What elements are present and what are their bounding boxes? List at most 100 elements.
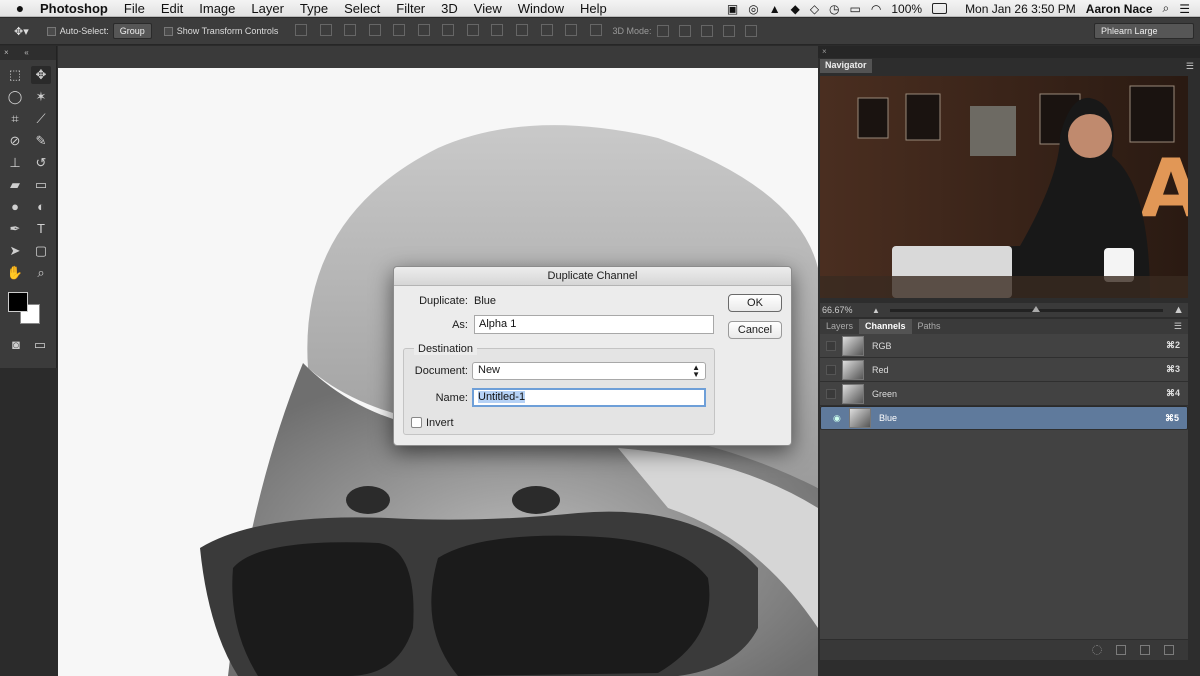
airplay-icon[interactable]: ▭ <box>850 2 861 16</box>
distribute-right-icon[interactable] <box>565 24 578 36</box>
notification-center-icon[interactable]: ☰ <box>1179 2 1190 16</box>
wifi-icon[interactable]: ◠ <box>871 2 881 16</box>
visibility-toggle[interactable] <box>826 340 836 351</box>
move-tool-icon[interactable]: ✥▾ <box>14 25 29 38</box>
align-bottom-icon[interactable] <box>344 24 357 36</box>
save-selection-icon[interactable] <box>1116 645 1126 655</box>
notification-icon[interactable]: ▲ <box>769 2 781 16</box>
marquee-tool-icon[interactable]: ⬚ <box>5 66 25 84</box>
evernote-icon[interactable]: ◆ <box>791 2 800 16</box>
path-selection-tool-icon[interactable]: ➤ <box>5 242 25 260</box>
channel-row-rgb[interactable]: RGB ⌘2 <box>820 334 1188 358</box>
pen-tool-icon[interactable]: ✒ <box>5 220 25 238</box>
document-dropdown[interactable]: New ▲ ▼ <box>472 362 706 380</box>
user-name[interactable]: Aaron Nace <box>1086 2 1153 16</box>
ok-button[interactable]: OK <box>728 294 782 312</box>
3d-drag-icon[interactable] <box>700 25 713 37</box>
magic-wand-tool-icon[interactable]: ✶ <box>31 88 51 106</box>
auto-select-dropdown[interactable]: Group <box>112 23 152 39</box>
hand-tool-icon[interactable]: ✋ <box>5 264 25 282</box>
channel-row-red[interactable]: Red ⌘3 <box>820 358 1188 382</box>
name-input[interactable]: Untitled-1 <box>472 388 706 407</box>
visibility-toggle[interactable] <box>826 364 836 375</box>
apple-menu-icon[interactable]: ● <box>0 0 40 16</box>
distribute-center-icon[interactable] <box>540 24 553 36</box>
quick-mask-icon[interactable]: ◙ <box>6 336 26 354</box>
eyedropper-tool-icon[interactable]: ⟋ <box>31 110 51 128</box>
menu-select[interactable]: Select <box>344 1 380 16</box>
gradient-tool-icon[interactable]: ▭ <box>31 176 51 194</box>
dropbox-icon[interactable]: ◇ <box>810 2 819 16</box>
zoom-in-icon[interactable]: ▲ <box>1173 304 1184 316</box>
foreground-color[interactable] <box>8 292 28 312</box>
menu-edit[interactable]: Edit <box>161 1 183 16</box>
menu-3d[interactable]: 3D <box>441 1 458 16</box>
time-machine-icon[interactable]: ◷ <box>829 2 839 16</box>
eye-icon[interactable]: ◉ <box>833 413 843 423</box>
panel-menu-icon[interactable]: ☰ <box>1186 61 1194 72</box>
menu-filter[interactable]: Filter <box>396 1 425 16</box>
distribute-bottom-icon[interactable] <box>491 24 504 36</box>
distribute-left-icon[interactable] <box>515 24 528 36</box>
menu-layer[interactable]: Layer <box>251 1 284 16</box>
3d-rotate-icon[interactable] <box>656 25 669 37</box>
auto-select-checkbox[interactable] <box>46 26 56 36</box>
channel-row-blue[interactable]: ◉ Blue ⌘5 <box>820 406 1188 430</box>
new-channel-icon[interactable] <box>1140 645 1150 655</box>
lasso-tool-icon[interactable]: ◯ <box>5 88 25 106</box>
tab-paths[interactable]: Paths <box>912 319 947 334</box>
align-middle-icon[interactable] <box>319 24 332 36</box>
panel-header[interactable]: × <box>818 46 1200 58</box>
as-input[interactable]: Alpha 1 <box>474 315 714 334</box>
3d-roll-icon[interactable] <box>678 25 691 37</box>
navigator-zoom-slider[interactable] <box>889 305 1164 312</box>
clock[interactable]: Mon Jan 26 3:50 PM <box>965 2 1076 16</box>
rectangle-tool-icon[interactable]: ▢ <box>31 242 51 260</box>
zoom-tool-icon[interactable]: ⌕ <box>31 264 51 282</box>
visibility-toggle[interactable] <box>826 388 836 399</box>
menu-view[interactable]: View <box>474 1 502 16</box>
camera-icon[interactable]: ▣ <box>727 2 738 16</box>
battery-icon[interactable] <box>932 3 948 14</box>
tab-channels[interactable]: Channels <box>859 319 912 334</box>
blur-tool-icon[interactable]: ● <box>5 198 25 216</box>
cancel-button[interactable]: Cancel <box>728 321 782 339</box>
menu-file[interactable]: File <box>124 1 145 16</box>
menu-image[interactable]: Image <box>199 1 235 16</box>
navigator-preview[interactable]: A <box>820 76 1188 298</box>
brush-tool-icon[interactable]: ✎ <box>31 132 51 150</box>
channel-row-green[interactable]: Green ⌘4 <box>820 382 1188 406</box>
channels-menu-icon[interactable]: ☰ <box>1168 319 1188 334</box>
workspace-dropdown[interactable]: Phlearn Large <box>1094 23 1194 39</box>
creative-cloud-icon[interactable]: ◎ <box>748 2 758 16</box>
distribute-middle-icon[interactable] <box>466 24 479 36</box>
show-transform-checkbox[interactable] <box>163 26 173 36</box>
tab-navigator[interactable]: Navigator <box>820 59 872 73</box>
align-center-icon[interactable] <box>393 24 406 36</box>
align-left-icon[interactable] <box>368 24 381 36</box>
invert-checkbox[interactable] <box>411 417 422 428</box>
type-tool-icon[interactable]: T <box>31 220 51 238</box>
eraser-tool-icon[interactable]: ▰ <box>5 176 25 194</box>
tab-layers[interactable]: Layers <box>820 319 859 334</box>
history-brush-tool-icon[interactable]: ↺ <box>31 154 51 172</box>
load-selection-icon[interactable] <box>1092 645 1102 655</box>
clone-stamp-tool-icon[interactable]: ⊥ <box>5 154 25 172</box>
toolbox-header[interactable]: × « <box>0 46 56 60</box>
dodge-tool-icon[interactable]: ◐ <box>31 198 51 216</box>
trash-icon[interactable] <box>1164 645 1174 655</box>
align-top-icon[interactable] <box>295 24 308 36</box>
3d-scale-icon[interactable] <box>744 25 757 37</box>
spotlight-icon[interactable]: ⌕ <box>1163 1 1170 16</box>
menu-window[interactable]: Window <box>518 1 564 16</box>
app-menu[interactable]: Photoshop <box>40 1 108 16</box>
menu-type[interactable]: Type <box>300 1 328 16</box>
auto-align-icon[interactable] <box>589 24 602 36</box>
zoom-out-icon[interactable]: ▲ <box>872 306 880 315</box>
zoom-slider-thumb[interactable] <box>1031 305 1040 312</box>
color-swatches[interactable] <box>6 292 50 330</box>
crop-tool-icon[interactable]: ⌗ <box>5 110 25 128</box>
3d-slide-icon[interactable] <box>722 25 735 37</box>
healing-brush-tool-icon[interactable]: ⊘ <box>5 132 25 150</box>
distribute-top-icon[interactable] <box>442 24 455 36</box>
